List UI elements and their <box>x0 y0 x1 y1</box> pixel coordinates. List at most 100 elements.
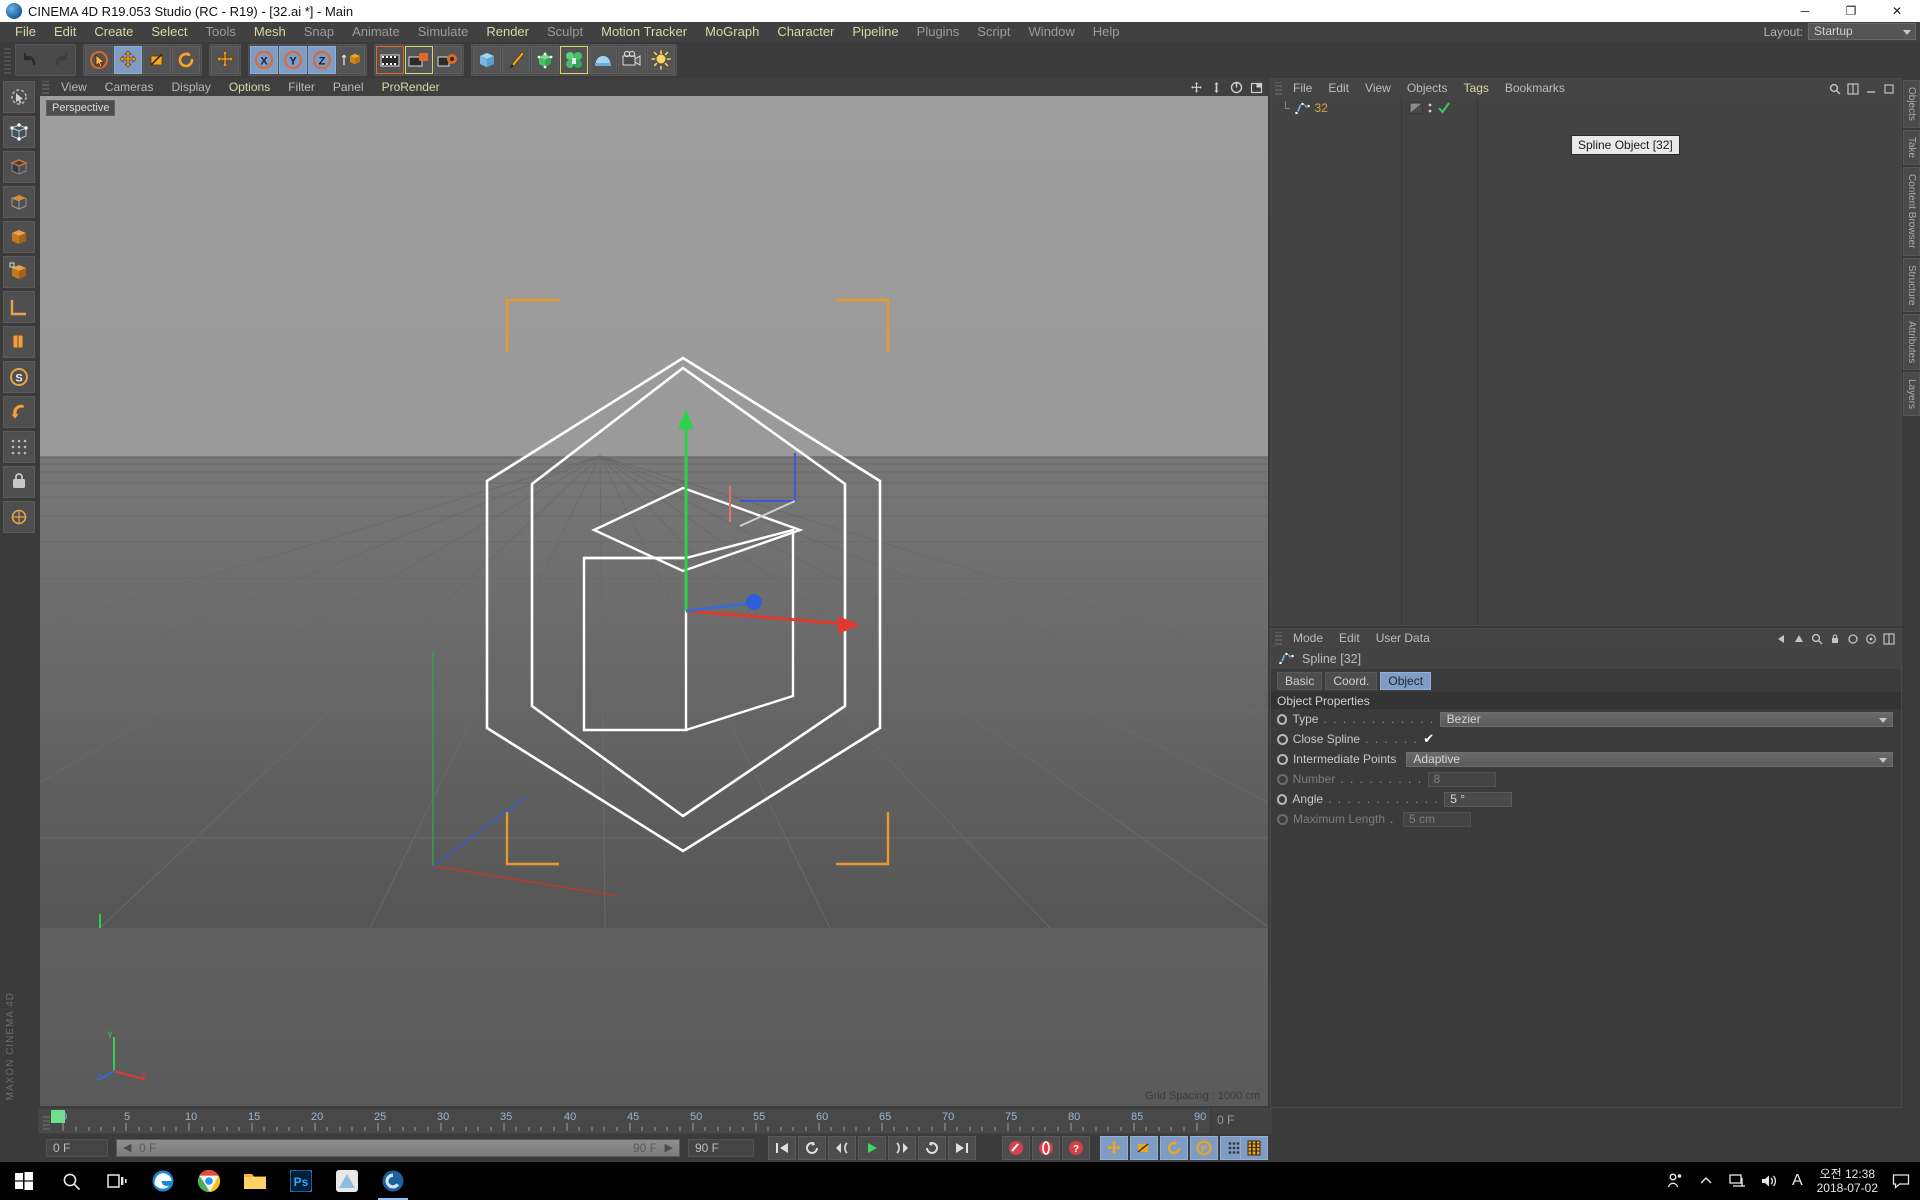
axis-lock-icon[interactable]: S <box>3 361 35 393</box>
scrub-right-arrow-icon[interactable]: ▶ <box>665 1140 673 1156</box>
previous-key-icon[interactable] <box>798 1136 826 1160</box>
texture-axis-icon[interactable] <box>3 291 35 323</box>
undo-icon[interactable] <box>17 46 45 74</box>
rotate-icon[interactable] <box>172 46 200 74</box>
menu-item-window[interactable]: Window <box>1020 22 1084 42</box>
timeline-icon[interactable] <box>1240 1136 1268 1160</box>
viewport-menu-display[interactable]: Display <box>162 78 219 96</box>
workplane-icon[interactable] <box>3 326 35 358</box>
minimize-icon[interactable] <box>1865 83 1877 95</box>
property-toggle-icon[interactable] <box>1277 733 1288 745</box>
menu-item-mograph[interactable]: MoGraph <box>696 22 768 42</box>
tab-object[interactable]: Object <box>1380 672 1432 690</box>
menu-item-render[interactable]: Render <box>477 22 538 42</box>
rotate-view-icon[interactable] <box>1230 81 1243 94</box>
menu-item-motion-tracker[interactable]: Motion Tracker <box>592 22 696 42</box>
axis-z-icon[interactable]: Z <box>308 46 336 74</box>
viewport-3d[interactable]: Perspective Grid Spacing : 1000 cm Y X Z <box>40 96 1268 1106</box>
menu-item-pipeline[interactable]: Pipeline <box>843 22 907 42</box>
camera-icon[interactable] <box>618 46 646 74</box>
taskbar-cinema4d-icon[interactable] <box>370 1162 416 1200</box>
scale-view-icon[interactable] <box>1210 81 1223 94</box>
menu-item-tools[interactable]: Tools <box>197 22 245 42</box>
scale-key-icon[interactable] <box>1130 1136 1158 1160</box>
position-key-icon[interactable] <box>1100 1136 1128 1160</box>
texture-tag-icon[interactable] <box>1409 101 1423 115</box>
object-manager-menu-view[interactable]: View <box>1357 79 1399 98</box>
world-coordinate-icon[interactable] <box>337 46 365 74</box>
intermediate-points-dropdown[interactable]: Adaptive <box>1406 751 1893 767</box>
up-arrow-icon[interactable] <box>1793 633 1805 645</box>
volume-icon[interactable] <box>1760 1173 1778 1189</box>
edge-tab-objects[interactable]: Objects <box>1903 80 1920 128</box>
go-to-start-icon[interactable] <box>768 1136 796 1160</box>
move-icon[interactable] <box>211 46 239 74</box>
taskbar-task-view-icon[interactable] <box>94 1162 140 1200</box>
chevron-up-icon[interactable] <box>1698 1173 1714 1189</box>
pin-icon[interactable] <box>1847 633 1859 645</box>
object-manager-menu-file[interactable]: File <box>1285 79 1320 98</box>
parameter-key-icon[interactable]: P <box>1190 1136 1218 1160</box>
cube-primitive-icon[interactable] <box>473 46 501 74</box>
edge-tab-layers[interactable]: Layers <box>1903 372 1920 417</box>
object-manager-menu-bookmarks[interactable]: Bookmarks <box>1497 79 1573 98</box>
taskbar-chrome-browser-icon[interactable] <box>186 1162 232 1200</box>
menu-item-plugins[interactable]: Plugins <box>908 22 969 42</box>
edge-mode-icon[interactable] <box>3 151 35 183</box>
menu-item-mesh[interactable]: Mesh <box>245 22 295 42</box>
viewport-menu-view[interactable]: View <box>52 78 96 96</box>
minimize-button[interactable]: ─ <box>1782 0 1828 22</box>
go-to-end-icon[interactable] <box>948 1136 976 1160</box>
quantize-icon[interactable] <box>3 466 35 498</box>
object-mode-icon[interactable] <box>3 256 35 288</box>
timeline-ruler[interactable]: 0 5 10 15 20 25 30 35 40 45 50 55 60 65 … <box>38 1108 1272 1134</box>
render-view-icon[interactable] <box>376 46 404 74</box>
lock-icon[interactable] <box>1829 633 1841 645</box>
menu-item-snap[interactable]: Snap <box>295 22 343 42</box>
generator-icon[interactable] <box>531 46 559 74</box>
maximize-icon[interactable] <box>1883 83 1895 95</box>
viewport-menu-filter[interactable]: Filter <box>279 78 324 96</box>
snap-icon[interactable] <box>3 431 35 463</box>
live-selection-icon[interactable] <box>3 81 35 113</box>
ime-a-icon[interactable]: A <box>1792 1172 1803 1190</box>
menu-item-animate[interactable]: Animate <box>343 22 409 42</box>
viewport-menu-panel[interactable]: Panel <box>324 78 373 96</box>
taskbar-file-explorer-icon[interactable] <box>232 1162 278 1200</box>
menu-item-create[interactable]: Create <box>85 22 142 42</box>
render-settings-icon[interactable] <box>434 46 462 74</box>
rotation-key-icon[interactable] <box>1160 1136 1188 1160</box>
pen-spline-icon[interactable] <box>502 46 530 74</box>
taskbar-illustrator-icon[interactable] <box>324 1162 370 1200</box>
target-icon[interactable] <box>1865 633 1877 645</box>
angle-field[interactable]: 5 ° <box>1444 791 1513 807</box>
viewport-menu-grip[interactable] <box>42 80 49 94</box>
object-manager-grip[interactable] <box>1275 82 1282 95</box>
edge-tab-content-browser[interactable]: Content Browser <box>1903 167 1920 256</box>
close-button[interactable]: ✕ <box>1874 0 1920 22</box>
menu-item-sculpt[interactable]: Sculpt <box>538 22 592 42</box>
attribute-menu-user-data[interactable]: User Data <box>1368 629 1438 648</box>
next-key-icon[interactable] <box>918 1136 946 1160</box>
property-toggle-icon[interactable] <box>1277 753 1288 765</box>
dots-icon[interactable] <box>1426 101 1434 115</box>
scrub-left-arrow-icon[interactable]: ◀ <box>123 1140 131 1156</box>
deformer-icon[interactable] <box>560 46 588 74</box>
object-manager-list[interactable]: └ 32 <box>1271 98 1901 625</box>
maximize-view-icon[interactable] <box>1250 81 1263 94</box>
attribute-menu-mode[interactable]: Mode <box>1285 629 1331 648</box>
edge-tab-structure[interactable]: Structure <box>1903 257 1920 313</box>
close-spline-checkbox[interactable]: ✔ <box>1423 732 1437 746</box>
property-toggle-icon[interactable] <box>1277 713 1288 725</box>
record-active-objects-icon[interactable] <box>1002 1136 1030 1160</box>
end-frame-input[interactable]: 90 F <box>688 1139 754 1157</box>
object-manager-menu-objects[interactable]: Objects <box>1399 79 1456 98</box>
layout-icon[interactable] <box>1883 632 1895 645</box>
timeline-current-frame-display[interactable]: 0 F <box>1210 1108 1272 1134</box>
axis-x-icon[interactable]: X <box>250 46 278 74</box>
edge-tab-attributes[interactable]: Attributes <box>1903 314 1920 371</box>
taskbar-edge-browser-icon[interactable] <box>140 1162 186 1200</box>
type-dropdown[interactable]: Bezier <box>1439 711 1893 727</box>
taskbar-photoshop-icon[interactable]: Ps <box>278 1162 324 1200</box>
windows-start-icon[interactable] <box>0 1162 48 1200</box>
